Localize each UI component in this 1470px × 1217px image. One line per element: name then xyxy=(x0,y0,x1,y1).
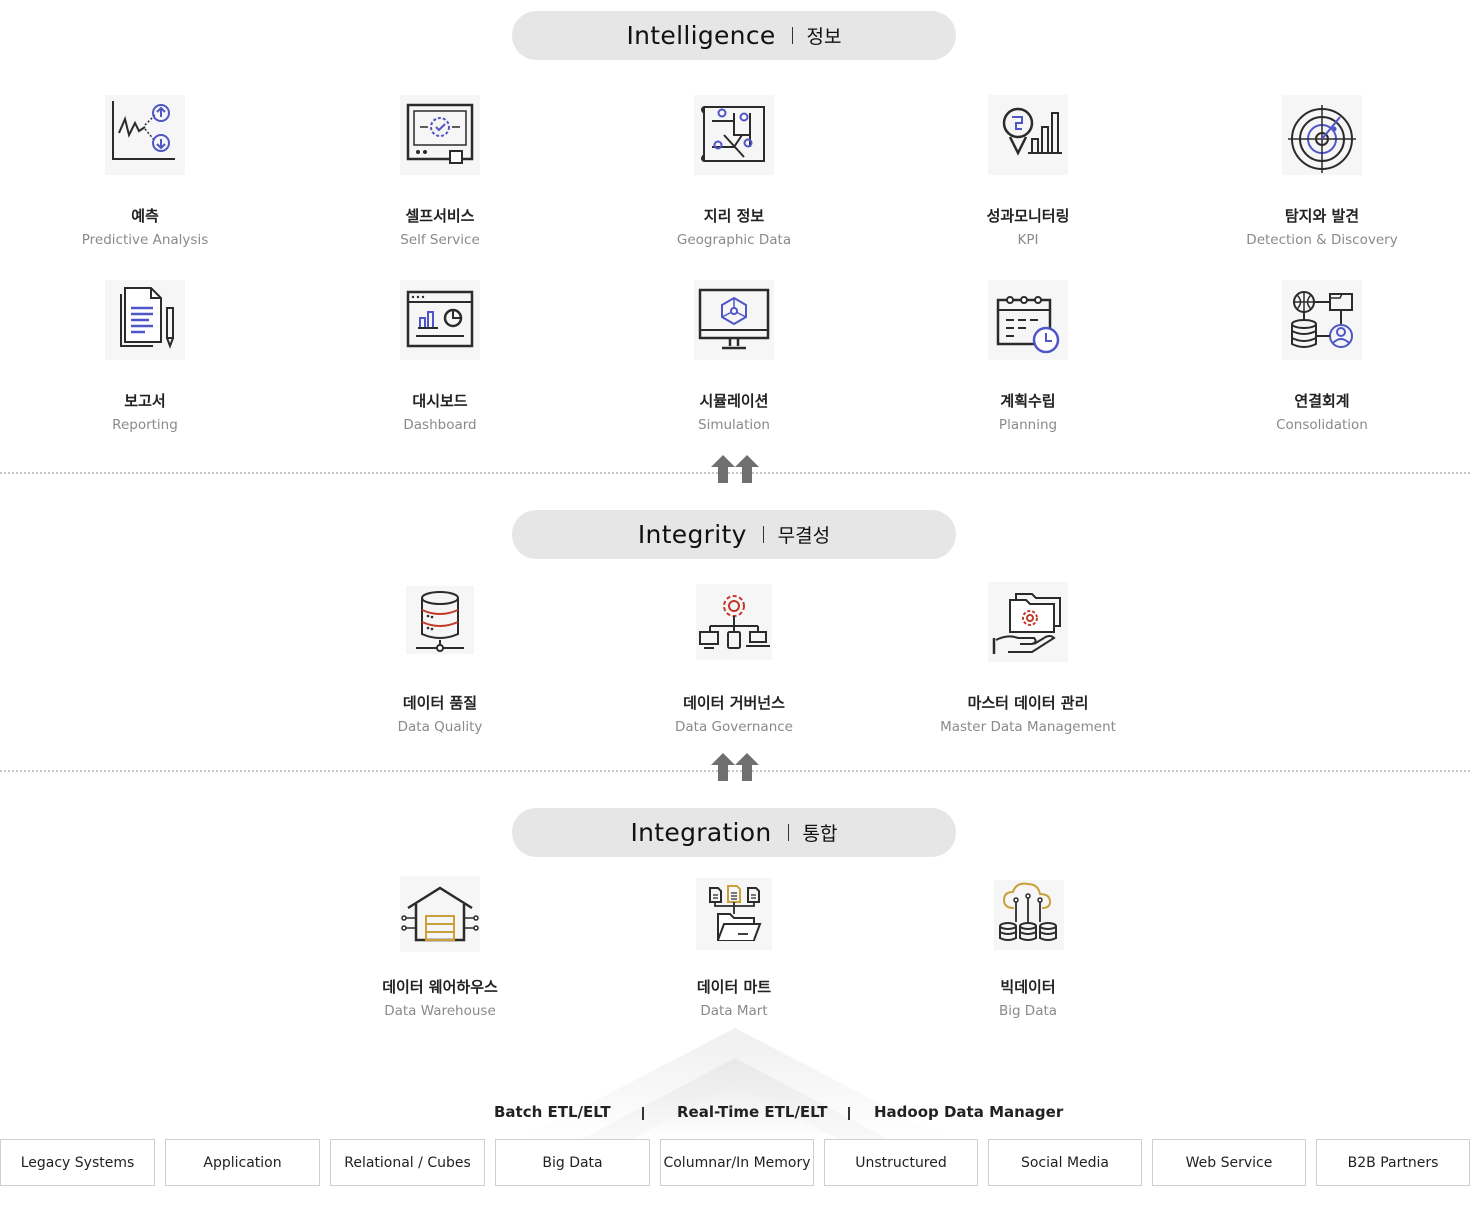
intelligence-layer-header: Intelligence 정보 xyxy=(512,11,956,60)
intelligence-title: Intelligence xyxy=(626,21,776,50)
intelligence-item-kpi: 성과모니터링 KPI xyxy=(908,95,1148,248)
intelligence-item-planning: 계획수립 Planning xyxy=(908,280,1148,433)
item-label-ko: 데이터 웨어하우스 xyxy=(382,978,498,996)
item-label-ko: 계획수립 xyxy=(1000,392,1056,410)
source-b2b-partners: B2B Partners xyxy=(1316,1139,1470,1186)
integrity-title: Integrity xyxy=(637,520,747,549)
item-label-ko: 연결회계 xyxy=(1294,392,1350,410)
integrity-title-ko: 무결성 xyxy=(777,525,831,547)
source-application: Application xyxy=(165,1139,320,1186)
source-web-service: Web Service xyxy=(1152,1139,1306,1186)
item-label-ko: 대시보드 xyxy=(412,392,468,410)
integration-title-ko: 통합 xyxy=(802,823,838,845)
source-social-media: Social Media xyxy=(988,1139,1142,1186)
item-label-en: Data Governance xyxy=(675,719,793,735)
calendar-clock-icon xyxy=(988,280,1068,360)
item-label-ko: 빅데이터 xyxy=(1000,978,1056,996)
integrity-layer-header: Integrity 무결성 xyxy=(512,510,956,559)
double-up-arrow-icon xyxy=(711,753,759,781)
item-label-en: Data Warehouse xyxy=(384,1003,496,1019)
item-label-en: Self Service xyxy=(400,232,480,248)
radar-icon xyxy=(1282,95,1362,175)
dashboard-icon xyxy=(400,280,480,360)
method-separator xyxy=(848,1107,850,1120)
intelligence-item-self-service: 셀프서비스 Self Service xyxy=(320,95,560,248)
item-label-en: Data Quality xyxy=(397,719,483,735)
predictive-chart-icon xyxy=(105,95,185,175)
intelligence-item-geographic: 지리 정보 Geographic Data xyxy=(614,95,854,248)
item-label-ko: 데이터 품질 xyxy=(402,694,478,712)
source-relational-cubes: Relational / Cubes xyxy=(330,1139,485,1186)
item-label-en: Data Mart xyxy=(700,1003,768,1019)
item-label-ko: 셀프서비스 xyxy=(405,207,475,225)
item-label-en: Big Data xyxy=(998,1003,1058,1019)
warehouse-icon xyxy=(400,876,480,952)
title-separator xyxy=(762,526,764,543)
geographic-map-icon xyxy=(694,95,774,175)
item-label-en: Master Data Management xyxy=(940,719,1116,735)
source-legacy-systems: Legacy Systems xyxy=(0,1139,155,1186)
integration-title: Integration xyxy=(630,818,772,847)
item-label-en: Predictive Analysis xyxy=(81,232,209,248)
folder-documents-icon xyxy=(696,878,772,950)
source-unstructured: Unstructured xyxy=(824,1139,978,1186)
intelligence-title-ko: 정보 xyxy=(806,26,842,48)
item-label-ko: 탐지와 발견 xyxy=(1284,207,1360,225)
item-label-ko: 지리 정보 xyxy=(703,207,765,225)
intelligence-item-consolidation: 연결회계 Consolidation xyxy=(1202,280,1442,433)
intelligence-item-detection: 탐지와 발견 Detection & Discovery xyxy=(1202,95,1442,248)
intelligence-item-dashboard: 대시보드 Dashboard xyxy=(320,280,560,433)
simulation-monitor-icon xyxy=(694,280,774,360)
database-server-icon xyxy=(406,586,474,654)
intelligence-item-reporting: 보고서 Reporting xyxy=(25,280,265,433)
hand-folder-gear-icon xyxy=(988,582,1068,662)
item-label-ko: 마스터 데이터 관리 xyxy=(967,694,1089,712)
intelligence-item-predictive: 예측 Predictive Analysis xyxy=(25,95,265,248)
title-separator xyxy=(787,824,789,841)
kpi-chart-icon xyxy=(988,95,1068,175)
integration-layer-header: Integration 통합 xyxy=(512,808,956,857)
method-separator xyxy=(642,1107,644,1120)
self-service-monitor-icon xyxy=(400,95,480,175)
method-batch-etl: Batch ETL/ELT xyxy=(494,1103,611,1121)
integrity-item-data-quality: 데이터 품질 Data Quality xyxy=(320,582,560,735)
title-separator xyxy=(791,27,793,44)
item-label-en: Dashboard xyxy=(403,417,477,433)
source-columnar-in-memory: Columnar/In Memory xyxy=(660,1139,814,1186)
governance-gear-icon xyxy=(696,584,772,660)
integration-item-big-data: 빅데이터 Big Data xyxy=(908,874,1148,1019)
item-label-en: Planning xyxy=(998,417,1058,433)
integrity-item-data-governance: 데이터 거버넌스 Data Governance xyxy=(614,582,854,735)
item-label-en: Consolidation xyxy=(1276,417,1368,433)
item-label-ko: 보고서 xyxy=(124,392,166,410)
item-label-en: Reporting xyxy=(112,417,178,433)
item-label-en: KPI xyxy=(1017,232,1039,248)
item-label-en: Simulation xyxy=(698,417,770,433)
cloud-database-icon xyxy=(994,880,1064,950)
item-label-ko: 성과모니터링 xyxy=(986,207,1070,225)
intelligence-item-simulation: 시뮬레이션 Simulation xyxy=(614,280,854,433)
double-up-arrow-icon xyxy=(711,455,759,483)
method-hadoop: Hadoop Data Manager xyxy=(874,1103,1064,1121)
item-label-ko: 데이터 거버넌스 xyxy=(683,694,785,712)
integration-methods: Batch ETL/ELT Real-Time ETL/ELT Hadoop D… xyxy=(460,1103,1080,1125)
item-label-ko: 데이터 마트 xyxy=(696,978,772,996)
integrity-item-master-data: 마스터 데이터 관리 Master Data Management xyxy=(908,582,1148,735)
item-label-ko: 시뮬레이션 xyxy=(699,392,769,410)
integration-item-data-mart: 데이터 마트 Data Mart xyxy=(614,874,854,1019)
method-realtime-etl: Real-Time ETL/ELT xyxy=(677,1103,828,1121)
item-label-en: Detection & Discovery xyxy=(1246,232,1398,248)
source-big-data: Big Data xyxy=(495,1139,650,1186)
item-label-en: Geographic Data xyxy=(676,232,792,248)
item-label-ko: 예측 xyxy=(131,207,159,225)
integration-item-data-warehouse: 데이터 웨어하우스 Data Warehouse xyxy=(320,874,560,1019)
consolidation-network-icon xyxy=(1282,280,1362,360)
report-document-icon xyxy=(105,280,185,360)
